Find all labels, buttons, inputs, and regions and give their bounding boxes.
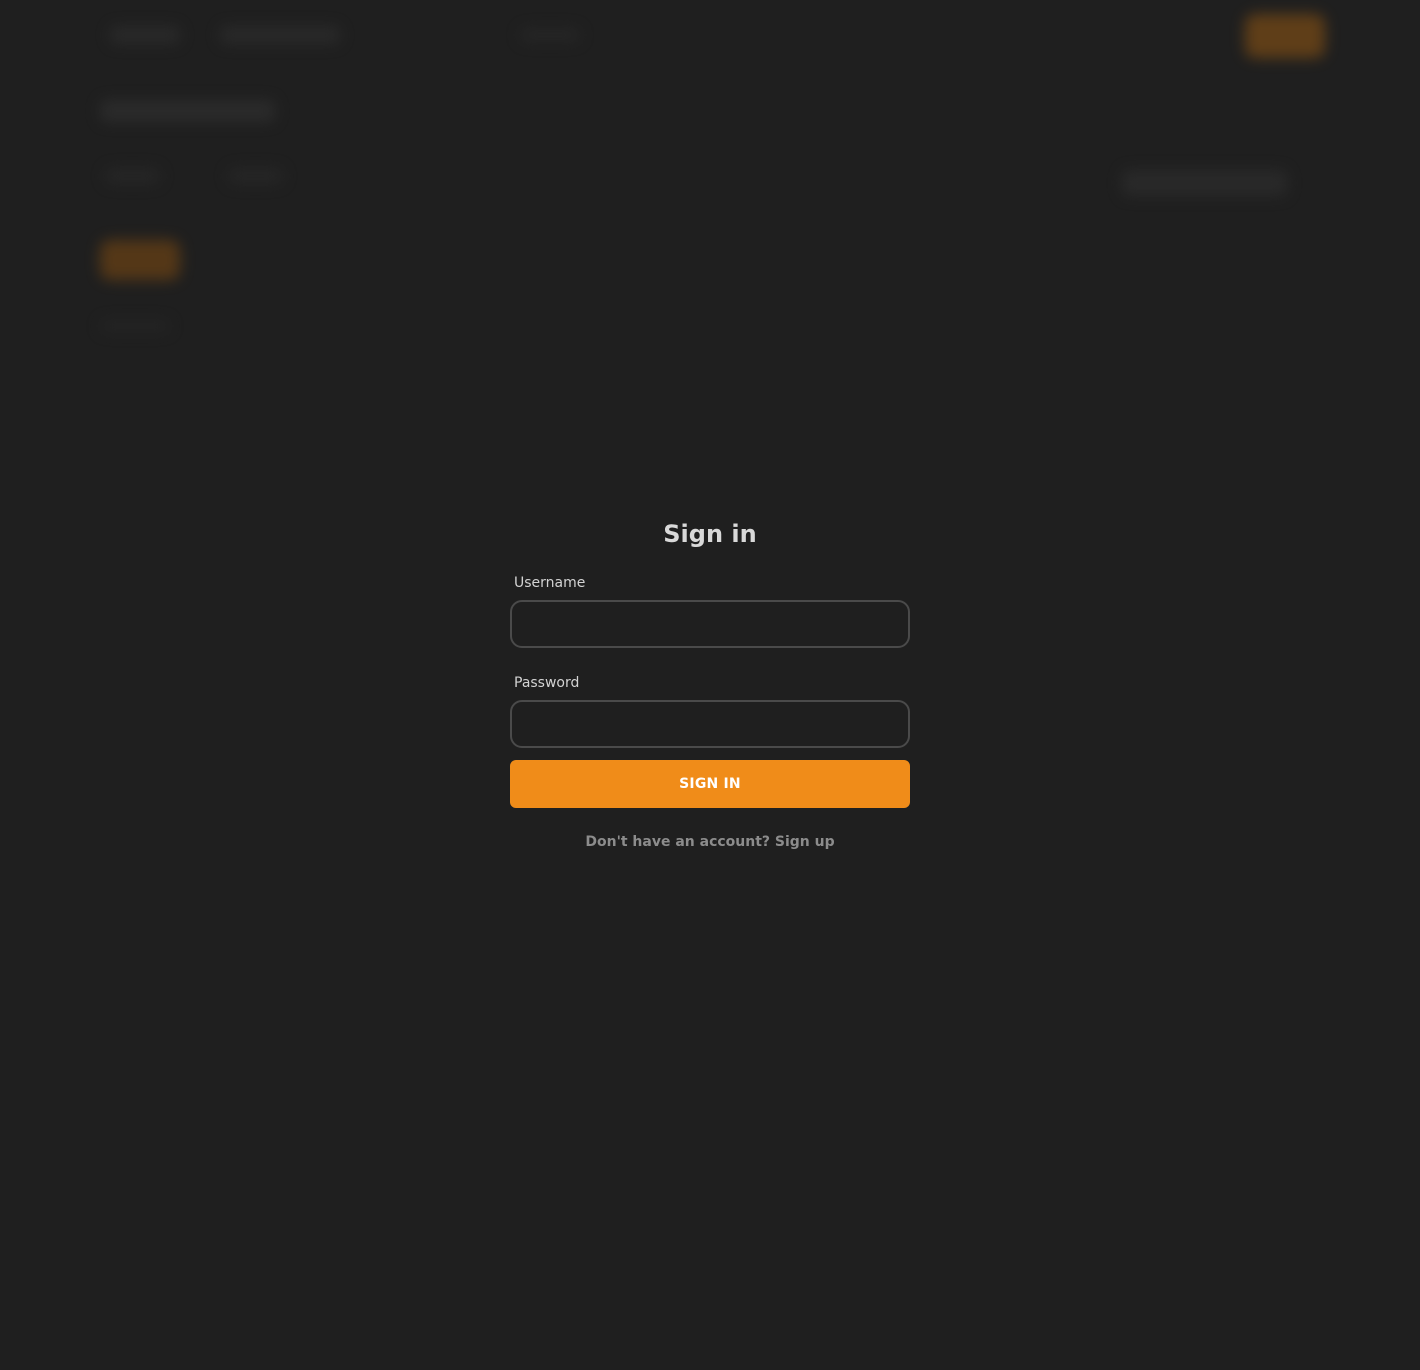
blurred-action-button (100, 240, 180, 280)
blurred-tab (105, 168, 160, 184)
password-label: Password (514, 675, 580, 691)
blurred-nav-item (110, 26, 180, 44)
username-label: Username (514, 575, 586, 591)
blurred-tab (228, 168, 283, 184)
password-input[interactable] (510, 700, 910, 748)
signup-prompt-text: Don't have an account? (585, 834, 771, 850)
signin-button[interactable]: SIGN IN (510, 760, 910, 808)
signup-prompt-line: Don't have an account? Sign up (510, 834, 910, 850)
signin-title: Sign in (663, 520, 757, 548)
blurred-nav-item (520, 28, 580, 42)
blurred-right-panel-item (1122, 170, 1287, 196)
blurred-text-line (100, 320, 170, 332)
signup-link[interactable]: Sign up (775, 834, 835, 850)
blurred-nav-item (220, 26, 340, 44)
username-input[interactable] (510, 600, 910, 648)
blurred-page-title (100, 100, 275, 122)
blurred-header-button (1245, 14, 1325, 58)
page: Sign in Username Password SIGN IN Don't … (0, 0, 1420, 1370)
signin-form: Sign in Username Password SIGN IN Don't … (510, 512, 910, 850)
